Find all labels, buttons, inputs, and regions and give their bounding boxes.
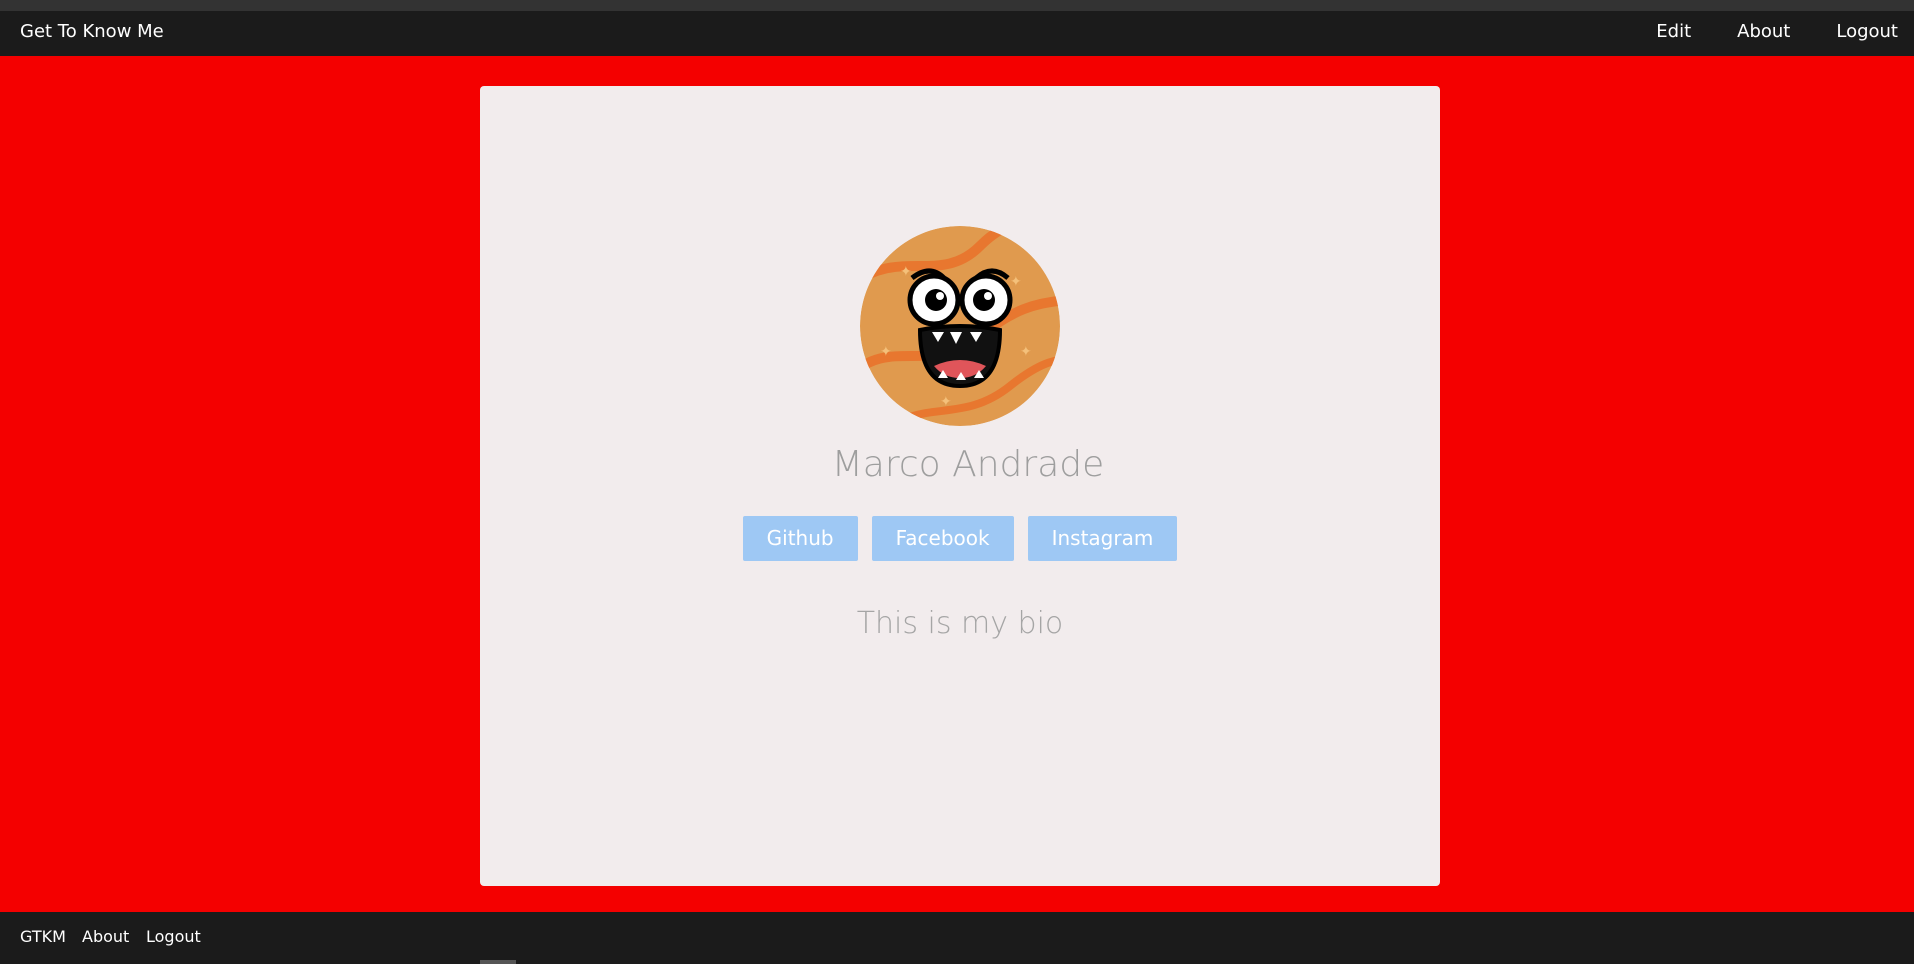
footer-gtkm-link[interactable]: GTKM bbox=[20, 927, 66, 946]
svg-text:✦: ✦ bbox=[940, 394, 952, 410]
avatar: ✦ ✦ ✦ ✦ ✦ bbox=[860, 226, 1060, 426]
svg-text:✦: ✦ bbox=[1010, 274, 1022, 290]
github-button[interactable]: Github bbox=[742, 516, 858, 561]
footer-logout-link[interactable]: Logout bbox=[146, 927, 201, 946]
brand-link[interactable]: Get To Know Me bbox=[20, 21, 164, 42]
scrollbar-thumb[interactable] bbox=[480, 960, 516, 964]
browser-top-strip bbox=[0, 0, 1914, 11]
svg-text:✦: ✦ bbox=[880, 344, 892, 360]
profile-bio: This is my bio bbox=[856, 606, 1064, 641]
facebook-button[interactable]: Facebook bbox=[871, 516, 1014, 561]
nav-edit-link[interactable]: Edit bbox=[1656, 21, 1691, 42]
nav-links: Edit About Logout bbox=[1610, 21, 1898, 42]
social-links: Github Facebook Instagram bbox=[480, 516, 1440, 561]
top-navbar: Get To Know Me Edit About Logout bbox=[0, 11, 1914, 56]
svg-text:✦: ✦ bbox=[900, 264, 912, 280]
profile-name: Marco Andrade bbox=[831, 444, 1105, 485]
footer-about-link[interactable]: About bbox=[82, 927, 129, 946]
nav-about-link[interactable]: About bbox=[1737, 21, 1790, 42]
profile-card: ✦ ✦ ✦ ✦ ✦ Marco Andrade Github Facebook … bbox=[480, 86, 1440, 886]
svg-text:✦: ✦ bbox=[1020, 344, 1032, 360]
footer: GTKM About Logout bbox=[0, 912, 1914, 964]
nav-logout-link[interactable]: Logout bbox=[1836, 21, 1898, 42]
instagram-button[interactable]: Instagram bbox=[1027, 516, 1178, 561]
